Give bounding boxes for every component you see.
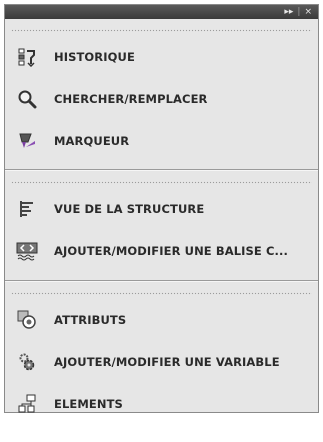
panel-group-1: HISTORIQUE CHERCHER/REMPLACER MARQUEUR (5, 19, 318, 169)
menu-item-historique[interactable]: HISTORIQUE (5, 36, 318, 78)
menu-item-ajouter-variable[interactable]: AJOUTER/MODIFIER UNE VARIABLE (5, 341, 318, 383)
close-icon[interactable]: × (304, 5, 312, 19)
panel-titlebar: ▸▸ | × (5, 5, 318, 19)
magnifier-icon (16, 88, 38, 110)
structure-tree-icon (16, 198, 38, 220)
marker-icon (16, 130, 38, 152)
menu-item-label: CHERCHER/REMPLACER (54, 92, 208, 106)
menu-item-ajouter-balise[interactable]: AJOUTER/MODIFIER UNE BALISE C... (5, 230, 318, 272)
menu-item-attributs[interactable]: ATTRIBUTS (5, 299, 318, 341)
menu-item-vue-structure[interactable]: VUE DE LA STRUCTURE (5, 188, 318, 230)
panel-group-2: VUE DE LA STRUCTURE AJOUTER/MODIFIER UNE… (5, 171, 318, 280)
group-grip[interactable] (11, 181, 312, 184)
menu-item-label: MARQUEUR (54, 134, 130, 148)
menu-item-label: VUE DE LA STRUCTURE (54, 202, 205, 216)
menu-item-label: ELEMENTS (54, 397, 123, 411)
menu-item-label: HISTORIQUE (54, 50, 135, 64)
variable-gear-icon (16, 351, 38, 373)
attributes-icon (16, 309, 38, 331)
tag-icon (16, 240, 38, 262)
panel-group-3: ATTRIBUTS AJOUTER/MODIFIER UNE VARIABLE (5, 282, 318, 442)
titlebar-separator: | (297, 7, 301, 17)
menu-item-label: AJOUTER/MODIFIER UNE BALISE C... (54, 244, 288, 258)
menu-item-marqueur[interactable]: MARQUEUR (5, 120, 318, 162)
collapse-icon[interactable]: ▸▸ (284, 5, 293, 19)
menu-item-label: AJOUTER/MODIFIER UNE VARIABLE (54, 355, 280, 369)
panel: ▸▸ | × HISTORIQUE CHERCHER/REMPLACER MAR… (4, 4, 319, 413)
menu-item-label: ATTRIBUTS (54, 313, 127, 327)
group-grip[interactable] (11, 292, 312, 295)
history-icon (16, 46, 38, 68)
group-grip[interactable] (11, 29, 312, 32)
elements-icon (16, 393, 38, 415)
menu-item-elements[interactable]: ELEMENTS (5, 383, 318, 425)
menu-item-chercher-remplacer[interactable]: CHERCHER/REMPLACER (5, 78, 318, 120)
